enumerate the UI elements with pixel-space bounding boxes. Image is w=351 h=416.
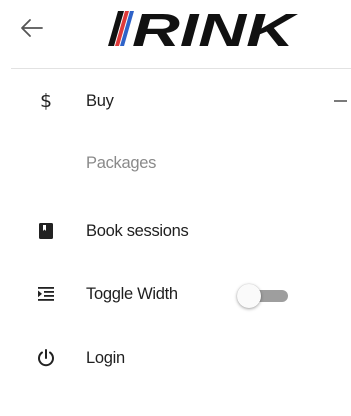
logo-wordmark: RINK <box>132 4 298 52</box>
book-icon <box>34 219 58 243</box>
menu-item-label: Login <box>86 348 125 367</box>
menu-item-book-sessions[interactable]: Book sessions <box>0 209 351 253</box>
menu-item-label: Packages <box>86 153 157 172</box>
logo-stripes <box>108 11 134 46</box>
arrow-left-icon <box>21 19 43 37</box>
menu-item-label: Book sessions <box>86 221 189 240</box>
switch-thumb <box>237 284 261 308</box>
rink-logo: RINK <box>108 4 298 56</box>
dollar-icon: $ <box>39 89 53 112</box>
menu-item-login[interactable]: Login <box>0 336 351 380</box>
menu-item-label: Toggle Width <box>86 284 178 303</box>
header-divider <box>11 68 351 69</box>
menu-item-packages[interactable]: Packages <box>0 141 351 185</box>
menu-item-label: Buy <box>86 91 114 110</box>
menu-item-buy[interactable]: $ Buy <box>0 79 351 123</box>
power-icon <box>34 346 58 370</box>
app-header: RINK <box>0 0 351 68</box>
toggle-width-switch[interactable] <box>236 282 292 310</box>
menu-item-toggle-width[interactable]: Toggle Width <box>0 272 351 316</box>
brand-logo: RINK <box>104 4 300 56</box>
minus-icon[interactable] <box>334 100 347 102</box>
back-button[interactable] <box>18 14 46 42</box>
format-indent-icon <box>34 282 58 306</box>
